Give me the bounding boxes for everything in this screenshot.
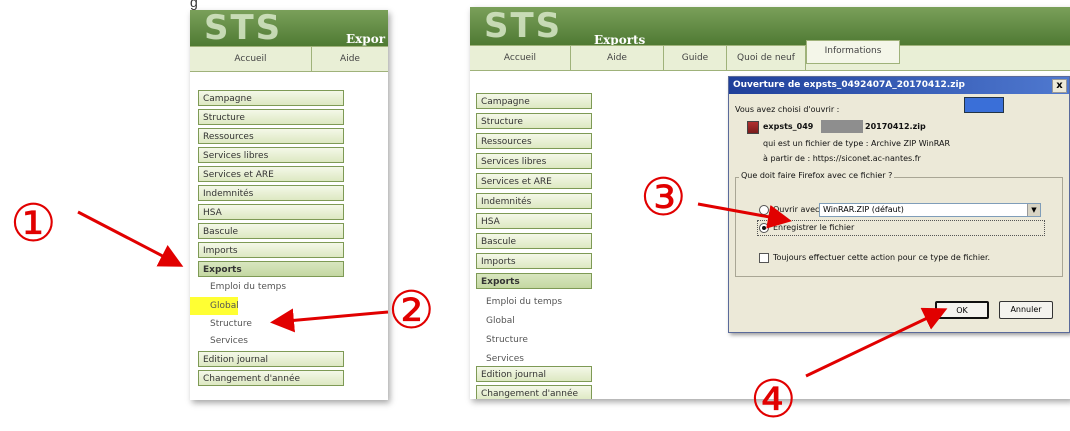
callout-4: ④ <box>750 370 797 430</box>
callout-2: ② <box>388 281 435 341</box>
callout-1: ① <box>10 194 57 254</box>
arrow-2 <box>270 308 389 333</box>
arrow-4 <box>805 307 948 378</box>
callout-3: ③ <box>640 168 687 228</box>
annotation-arrows <box>77 202 948 378</box>
arrow-3 <box>697 202 792 229</box>
arrow-1 <box>77 210 184 267</box>
